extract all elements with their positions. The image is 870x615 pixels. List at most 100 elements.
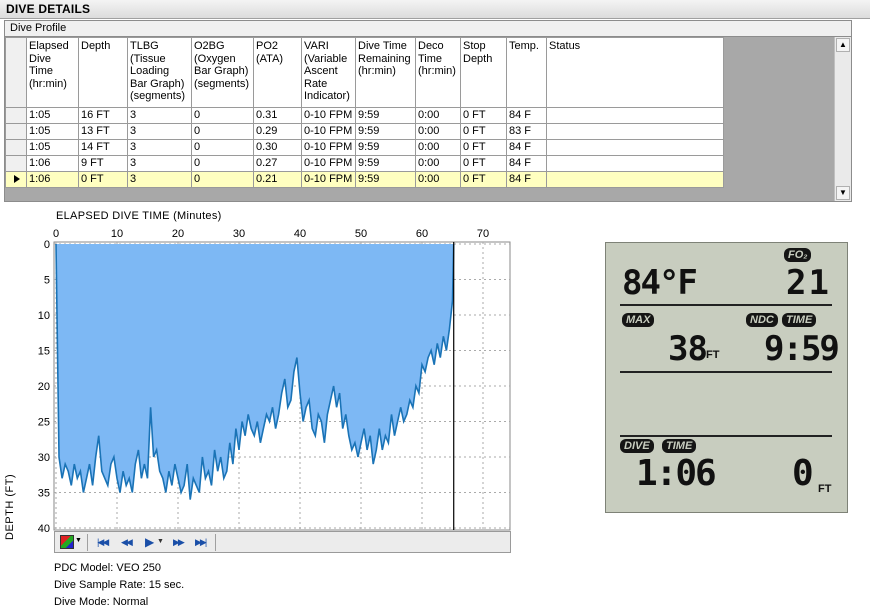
table-cell[interactable]: 0 [191,171,254,188]
current-depth-value: 0 [792,453,814,494]
table-cell[interactable]: 0:00 [415,123,461,140]
table-cell[interactable]: 9:59 [355,123,416,140]
table-cell[interactable]: 0 FT [460,155,507,172]
table-cell[interactable]: 9:59 [355,171,416,188]
table-cell[interactable]: 1:05 [26,123,79,140]
table-cell[interactable]: 84 F [506,155,547,172]
row-header[interactable] [5,155,27,172]
column-header[interactable]: TLBG (Tissue Loading Bar Graph) (segment… [127,37,192,108]
chart-x-axis-title: ELAPSED DIVE TIME (Minutes) [56,210,222,222]
column-header[interactable]: Elapsed Dive Time (hr:min) [26,37,79,108]
table-row[interactable]: 1:05 14 FT 3 0 0.30 0-10 FPM 9:59 0:00 0 FT 84 F [5,139,724,156]
water-temp-value: 84°F [622,263,698,303]
table-cell[interactable]: 0-10 FPM [301,139,356,156]
table-cell[interactable]: 84 F [506,139,547,156]
table-cell[interactable]: 1:05 [26,107,79,124]
table-cell[interactable]: 0:00 [415,139,461,156]
last-icon[interactable]: ▶▶| [195,535,207,549]
dive-profile-chart[interactable]: 0 10 20 30 40 50 60 70 0 5 10 15 20 25 30 35 40 [0,222,530,532]
table-cell[interactable]: 84 F [506,107,547,124]
table-cell[interactable] [546,123,724,140]
table-cell[interactable]: 0.30 [253,139,302,156]
table-cell[interactable]: 0 FT [460,171,507,188]
table-cell[interactable]: 0 [191,107,254,124]
dive-profile-grid[interactable]: Elapsed Dive Time (hr:min) Depth TLBG (Tis… [4,36,852,202]
table-cell[interactable] [546,139,724,156]
scroll-down-icon[interactable]: ▼ [836,186,850,200]
column-header[interactable]: Deco Time (hr:min) [415,37,461,108]
column-header[interactable]: Status [546,37,724,108]
ndc-time-label: TIME [782,313,817,327]
y-tick-label: 15 [38,346,50,358]
current-row-icon [14,175,20,183]
table-cell[interactable]: 0 FT [460,123,507,140]
table-cell[interactable]: 0.31 [253,107,302,124]
row-header[interactable] [5,107,27,124]
table-cell[interactable]: 16 FT [78,107,128,124]
row-header[interactable] [5,139,27,156]
table-cell[interactable]: 1:06 [26,171,79,188]
table-cell[interactable]: 83 F [506,123,547,140]
column-header[interactable]: Stop Depth [460,37,507,108]
table-cell[interactable]: 3 [127,155,192,172]
first-icon[interactable]: |◀◀ [97,535,109,549]
column-header[interactable]: Temp. [506,37,547,108]
dive-details-title: DIVE DETAILS [6,2,91,16]
column-header[interactable]: PO2 (ATA) [253,37,302,108]
play-dropdown-icon[interactable]: ▼ [157,538,164,545]
table-cell[interactable]: 3 [127,171,192,188]
table-cell[interactable]: 3 [127,123,192,140]
table-cell[interactable]: 0 [191,155,254,172]
row-header[interactable] [5,123,27,140]
table-cell[interactable]: 3 [127,107,192,124]
table-cell[interactable]: 0 FT [78,171,128,188]
play-icon[interactable]: ▶ [145,535,154,549]
fo2-label: FO₂ [784,248,812,262]
scroll-up-icon[interactable]: ▲ [836,38,850,52]
table-cell[interactable]: 9 FT [78,155,128,172]
table-cell[interactable] [546,171,724,188]
y-tick-label: 35 [38,488,50,500]
column-header[interactable]: VARI (Variable Ascent Rate Indicator) [301,37,356,108]
table-cell[interactable]: 3 [127,139,192,156]
table-cell[interactable]: 0 [191,123,254,140]
table-cell[interactable]: 0-10 FPM [301,123,356,140]
table-row[interactable]: 1:05 13 FT 3 0 0.29 0-10 FPM 9:59 0:00 0 FT 83 F [5,123,724,140]
table-cell[interactable] [546,155,724,172]
table-cell[interactable]: 0-10 FPM [301,107,356,124]
table-cell[interactable]: 0.21 [253,171,302,188]
vertical-scrollbar[interactable]: ▲ ▼ [834,37,851,201]
table-cell[interactable] [546,107,724,124]
table-cell[interactable]: 0-10 FPM [301,155,356,172]
fast-forward-icon[interactable]: ▶▶ [173,535,185,549]
column-header[interactable]: O2BG (Oxygen Bar Graph) (segments) [191,37,254,108]
table-cell[interactable]: 0 FT [460,139,507,156]
table-cell[interactable]: 1:05 [26,139,79,156]
color-picker-icon[interactable] [60,535,74,549]
table-cell[interactable]: 0.27 [253,155,302,172]
table-row[interactable]: 1:05 16 FT 3 0 0.31 0-10 FPM 9:59 0:00 0 FT 84 F [5,107,724,124]
table-cell[interactable]: 0 [191,139,254,156]
table-cell[interactable]: 9:59 [355,139,416,156]
table-cell[interactable]: 14 FT [78,139,128,156]
rewind-icon[interactable]: ◀◀ [121,535,133,549]
table-cell[interactable]: 0.29 [253,123,302,140]
table-cell[interactable]: 0 FT [460,107,507,124]
column-header[interactable]: Depth [78,37,128,108]
table-cell[interactable]: 0:00 [415,155,461,172]
table-cell[interactable]: 13 FT [78,123,128,140]
table-cell[interactable]: 0-10 FPM [301,171,356,188]
table-row[interactable]: 1:06 0 FT 3 0 0.21 0-10 FPM 9:59 0:00 0 FT 84 F [5,171,724,188]
table-cell[interactable]: 9:59 [355,155,416,172]
table-cell[interactable]: 0:00 [415,171,461,188]
current-depth-unit: FT [818,483,832,495]
max-label: MAX [622,313,655,327]
column-header[interactable]: Dive Time Remaining (hr:min) [355,37,416,108]
table-cell[interactable]: 1:06 [26,155,79,172]
row-header[interactable] [5,171,27,188]
table-cell[interactable]: 0:00 [415,107,461,124]
table-cell[interactable]: 9:59 [355,107,416,124]
table-row[interactable]: 1:06 9 FT 3 0 0.27 0-10 FPM 9:59 0:00 0 FT 84 F [5,155,724,172]
color-picker-dropdown-icon[interactable]: ▼ [75,537,82,544]
table-cell[interactable]: 84 F [506,171,547,188]
